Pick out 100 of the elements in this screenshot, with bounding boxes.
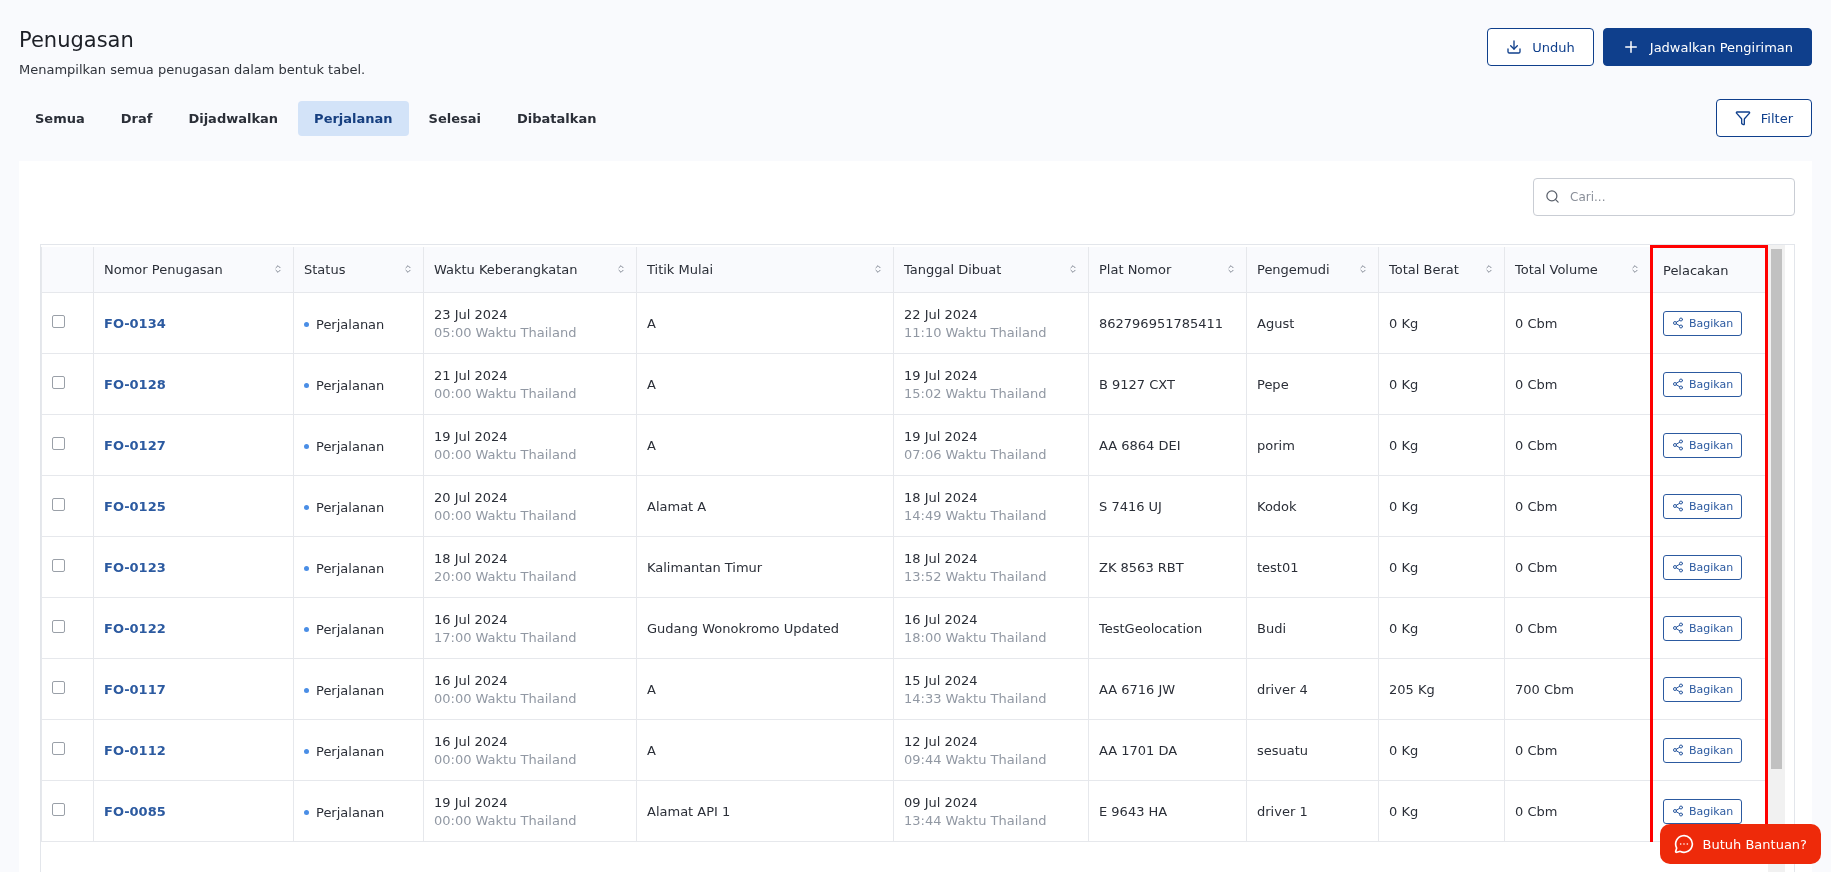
assignment-link[interactable]: FO-0117 (104, 681, 166, 697)
volume-text: 0 Cbm (1515, 620, 1558, 636)
column-header[interactable]: Status (293, 246, 424, 293)
volume-text: 0 Cbm (1515, 559, 1558, 575)
assignment-link[interactable]: FO-0125 (104, 498, 166, 514)
date-text: 18 Jul 2024 (434, 550, 509, 566)
weight-text: 0 Kg (1389, 315, 1419, 331)
status-text: Perjalanan (316, 682, 385, 698)
share-button[interactable]: Bagikan (1663, 432, 1743, 458)
start-point-text: A (647, 681, 656, 697)
weight-text: 0 Kg (1389, 742, 1419, 758)
driver-text: driver 4 (1257, 681, 1308, 697)
column-header[interactable]: Total Berat (1378, 246, 1505, 293)
weight-text: 0 Kg (1389, 437, 1419, 453)
chat-icon (1673, 834, 1694, 854)
volume-text: 0 Cbm (1515, 498, 1558, 514)
download-button[interactable]: Unduh (1487, 28, 1594, 66)
weight-text: 205 Kg (1389, 681, 1435, 697)
status-text: Perjalanan (316, 316, 385, 332)
share-button[interactable]: Bagikan (1663, 615, 1743, 641)
share-icon (1672, 378, 1684, 390)
share-button[interactable]: Bagikan (1663, 493, 1743, 519)
row-checkbox[interactable] (52, 559, 65, 572)
share-icon (1672, 744, 1684, 756)
sort-icon[interactable] (1630, 264, 1640, 275)
row-checkbox[interactable] (52, 681, 65, 694)
assignment-link[interactable]: FO-0122 (104, 620, 166, 636)
filter-button[interactable]: Filter (1715, 99, 1812, 137)
row-checkbox[interactable] (52, 620, 65, 633)
column-header[interactable]: Nomor Penugasan (93, 246, 294, 293)
column-header[interactable]: Plat Nomor (1088, 246, 1247, 293)
time-text: 15:02 Waktu Thailand (904, 385, 1048, 401)
tab[interactable]: Dibatalkan (501, 100, 613, 136)
share-button[interactable]: Bagikan (1663, 737, 1743, 763)
tab[interactable]: Semua (19, 100, 101, 136)
column-header[interactable]: Waktu Keberangkatan (423, 246, 637, 293)
plate-text: ZK 8563 RBT (1099, 559, 1184, 575)
row-checkbox[interactable] (52, 803, 65, 816)
sort-icon[interactable] (1484, 264, 1494, 275)
time-text: 00:00 Waktu Thailand (434, 507, 578, 523)
time-text: 14:33 Waktu Thailand (904, 690, 1048, 706)
sort-icon[interactable] (1226, 264, 1236, 275)
assignment-link[interactable]: FO-0128 (104, 376, 166, 392)
column-header[interactable]: Titik Mulai (636, 246, 894, 293)
share-button[interactable]: Bagikan (1663, 798, 1743, 824)
column-header[interactable]: Tanggal Dibuat (893, 246, 1089, 293)
sort-icon[interactable] (1358, 264, 1368, 275)
assignment-link[interactable]: FO-0123 (104, 559, 166, 575)
date-text: 23 Jul 2024 (434, 306, 509, 322)
column-header: Pelacakan (1651, 246, 1767, 293)
plate-text: E 9643 HA (1099, 803, 1168, 819)
assignment-link[interactable]: FO-0112 (104, 742, 166, 758)
row-checkbox[interactable] (52, 742, 65, 755)
share-button[interactable]: Bagikan (1663, 554, 1743, 580)
date-text: 15 Jul 2024 (904, 672, 979, 688)
sort-icon[interactable] (403, 264, 413, 275)
tab[interactable]: Draf (104, 100, 169, 136)
search-field[interactable]: Cari... (1533, 178, 1795, 216)
row-checkbox[interactable] (52, 437, 65, 450)
status-text: Perjalanan (316, 377, 385, 393)
date-text: 16 Jul 2024 (434, 611, 509, 627)
share-icon (1672, 622, 1684, 634)
plate-text: TestGeolocation (1099, 620, 1203, 636)
share-button[interactable]: Bagikan (1663, 310, 1743, 336)
share-button[interactable]: Bagikan (1663, 371, 1743, 397)
column-header[interactable]: Pengemudi (1246, 246, 1379, 293)
start-point-text: A (647, 437, 656, 453)
time-text: 18:00 Waktu Thailand (904, 629, 1048, 645)
status-text: Perjalanan (316, 804, 385, 820)
schedule-button[interactable]: Jadwalkan Pengiriman (1602, 28, 1812, 66)
sort-icon[interactable] (1068, 264, 1078, 275)
share-icon (1672, 500, 1684, 512)
row-checkbox[interactable] (52, 376, 65, 389)
help-button[interactable]: Butuh Bantuan? (1659, 824, 1821, 864)
assignment-link[interactable]: FO-0134 (104, 315, 166, 331)
row-checkbox[interactable] (52, 498, 65, 511)
start-point-text: A (647, 315, 656, 331)
date-text: 22 Jul 2024 (904, 306, 979, 322)
time-text: 05:00 Waktu Thailand (434, 324, 578, 340)
sort-icon[interactable] (616, 264, 626, 275)
date-text: 20 Jul 2024 (434, 489, 509, 505)
sort-icon[interactable] (273, 264, 283, 275)
sort-icon[interactable] (873, 264, 883, 275)
tab[interactable]: Dijadwalkan (172, 100, 295, 136)
share-icon (1672, 561, 1684, 573)
tab[interactable]: Selesai (412, 100, 498, 136)
assignment-link[interactable]: FO-0127 (104, 437, 166, 453)
start-point-text: Alamat API 1 (647, 803, 731, 819)
date-text: 16 Jul 2024 (904, 611, 979, 627)
column-header[interactable]: Total Volume (1504, 246, 1652, 293)
plate-text: AA 1701 DA (1099, 742, 1178, 758)
plate-text: AA 6864 DEI (1099, 437, 1181, 453)
assignment-link[interactable]: FO-0085 (104, 803, 166, 819)
time-text: 11:10 Waktu Thailand (904, 324, 1048, 340)
share-button[interactable]: Bagikan (1663, 676, 1743, 702)
tab[interactable]: Perjalanan (298, 100, 409, 136)
date-text: 12 Jul 2024 (904, 733, 979, 749)
row-checkbox[interactable] (52, 315, 65, 328)
time-text: 13:52 Waktu Thailand (904, 568, 1048, 584)
time-text: 17:00 Waktu Thailand (434, 629, 578, 645)
